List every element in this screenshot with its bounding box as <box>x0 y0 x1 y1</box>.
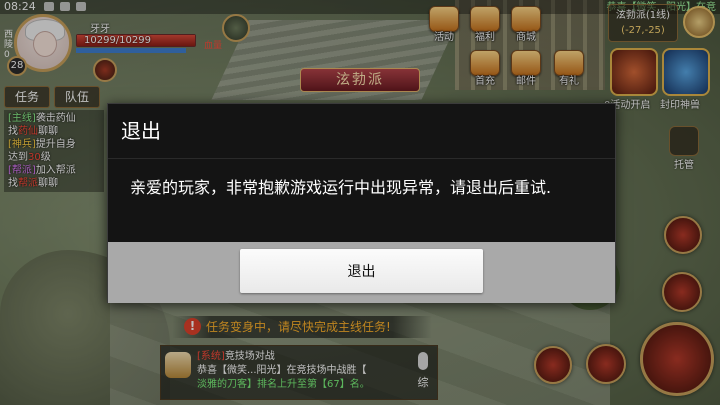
exit-dialog: 退出 亲爱的玩家，非常抱歉游戏运行中出现异常，请退出后重试. 退出 <box>107 103 616 303</box>
dialog-message: 亲爱的玩家，非常抱歉游戏运行中出现异常，请退出后重试. <box>130 178 552 197</box>
dialog-footer: 退出 <box>108 242 615 303</box>
exit-button[interactable]: 退出 <box>240 249 483 293</box>
dialog-title: 退出 <box>108 104 615 159</box>
